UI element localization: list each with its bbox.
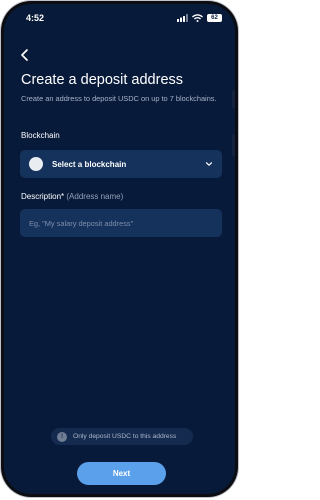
description-label-note: (Address name) xyxy=(66,192,124,201)
signal-icon xyxy=(177,14,188,22)
side-button xyxy=(232,134,235,156)
phone-frame: 4:52 62 Create a deposit address Create … xyxy=(1,1,238,497)
chevron-down-icon xyxy=(205,162,213,166)
page-title: Create a deposit address xyxy=(21,72,184,88)
screen: 4:52 62 Create a deposit address Create … xyxy=(4,4,235,494)
status-time: 4:52 xyxy=(26,13,45,23)
page-subtitle: Create an address to deposit USDC on up … xyxy=(21,94,217,103)
description-input[interactable] xyxy=(20,209,222,237)
info-icon: ! xyxy=(57,431,67,442)
battery-icon: 62 xyxy=(207,14,222,22)
next-button[interactable]: Next xyxy=(77,462,166,485)
blockchain-label: Blockchain xyxy=(21,131,60,140)
deposit-notice: ! Only deposit USDC to this address xyxy=(51,428,193,445)
notice-text: Only deposit USDC to this address xyxy=(73,433,177,440)
blockchain-placeholder-icon xyxy=(29,157,43,171)
status-icons: 62 xyxy=(177,14,222,22)
description-label: Description* (Address name) xyxy=(21,192,123,202)
blockchain-select-label: Select a blockchain xyxy=(52,159,127,169)
side-button xyxy=(232,90,235,108)
description-label-text: Description* xyxy=(21,192,65,201)
wifi-icon xyxy=(192,14,203,22)
chevron-left-icon[interactable] xyxy=(18,48,32,62)
blockchain-select[interactable]: Select a blockchain xyxy=(20,150,222,178)
status-bar: 4:52 62 xyxy=(4,4,235,32)
